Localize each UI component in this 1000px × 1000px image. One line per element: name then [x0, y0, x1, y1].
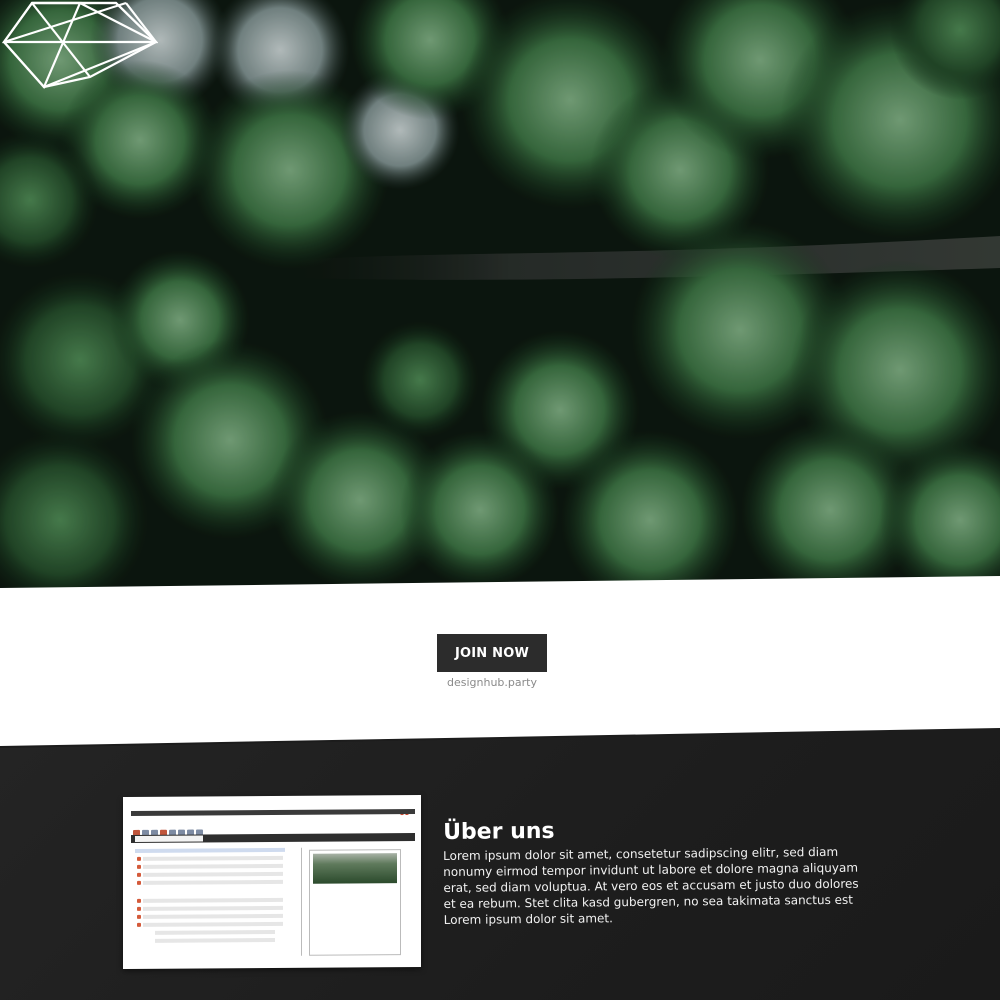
forest-background: [0, 0, 1000, 590]
landing-page: JOIN NOW designhub.party Über uns Lorem …: [0, 0, 1000, 1000]
about-paragraph: Lorem ipsum dolor sit amet, consetetur s…: [443, 844, 859, 927]
thumbnail-tabs: [131, 833, 415, 843]
thumbnail-titlebar: [129, 800, 415, 816]
about-heading: Über uns: [443, 818, 555, 845]
thumbnail-splitter: [301, 847, 302, 956]
thumbnail-preview-image: [313, 853, 397, 884]
thumbnail-toolbar: [133, 820, 233, 836]
window-controls-icon: [399, 800, 413, 816]
app-screenshot-thumbnail: [123, 794, 421, 970]
diamond-logo-icon[interactable]: [0, 0, 158, 90]
join-now-button[interactable]: JOIN NOW: [437, 634, 547, 672]
hero-section: [0, 0, 1000, 590]
thumbnail-tree: [135, 847, 295, 959]
cta-domain-label: designhub.party: [447, 676, 537, 689]
thumbnail-menubar: [131, 809, 415, 816]
thumbnail-preview-pane: [309, 849, 401, 956]
